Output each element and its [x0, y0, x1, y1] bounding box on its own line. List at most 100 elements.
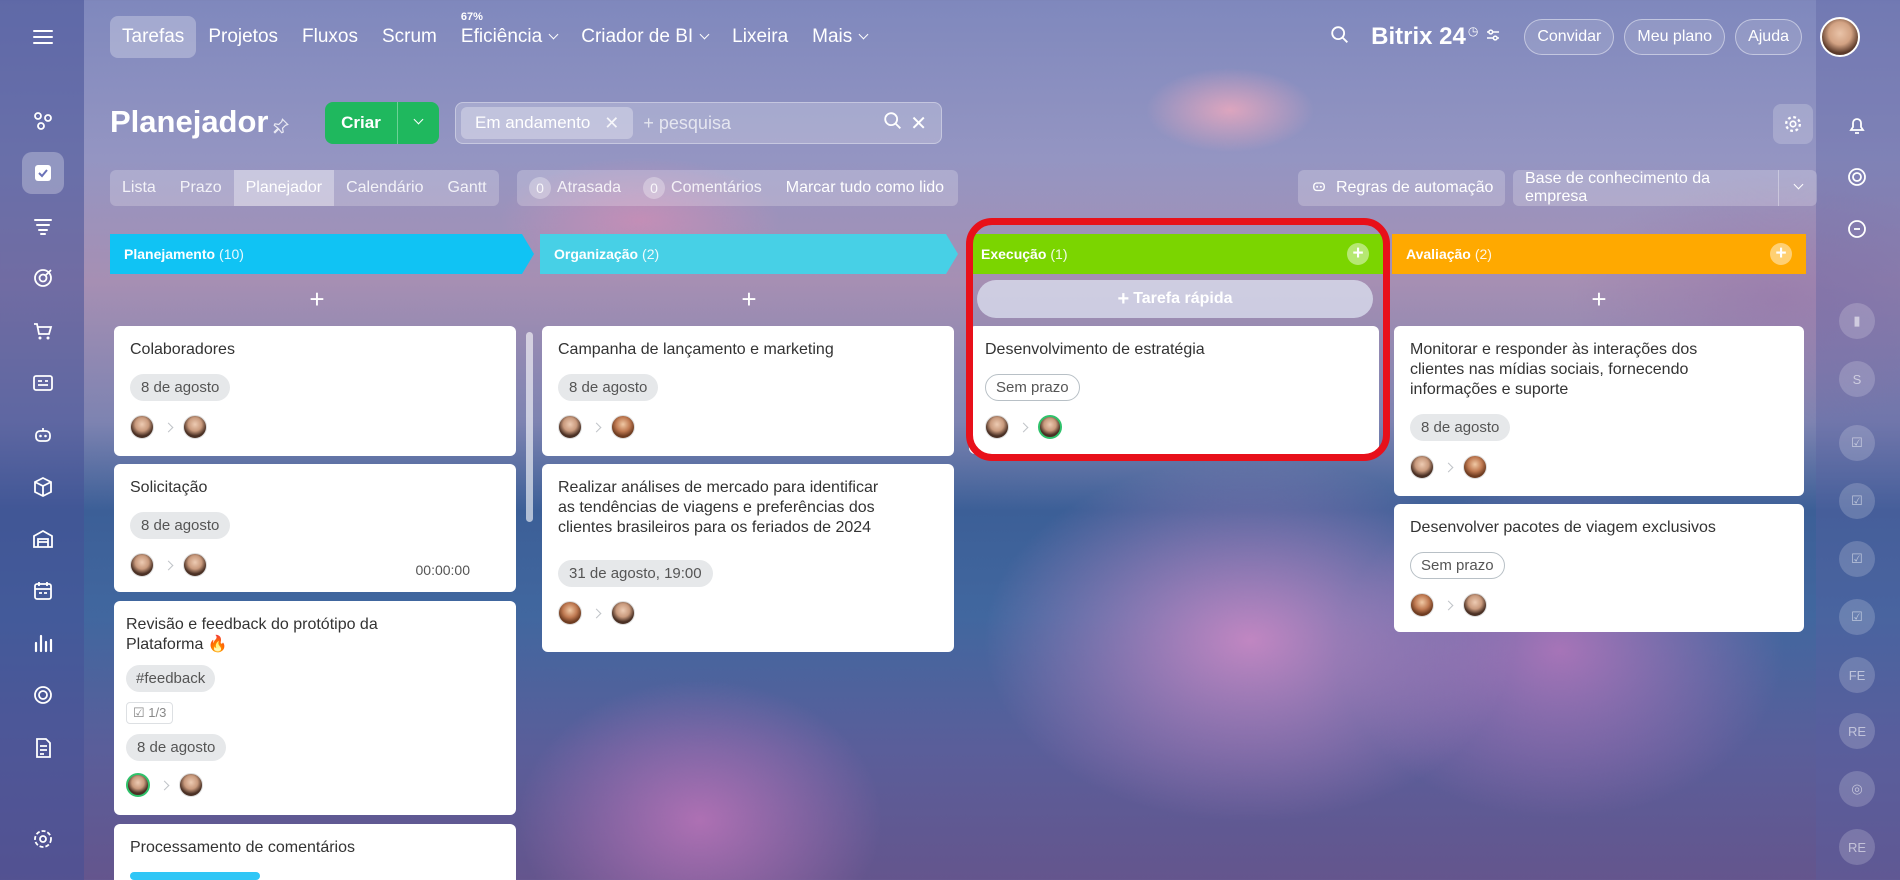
- assignee-avatar[interactable]: [183, 415, 207, 439]
- nav-projects[interactable]: Projetos: [196, 16, 290, 58]
- automation-rules-button[interactable]: Regras de automação: [1298, 170, 1506, 206]
- chat-icon[interactable]: [1836, 208, 1878, 250]
- filter-chip[interactable]: Em andamento ✕: [461, 107, 634, 139]
- column-header[interactable]: Organização (2): [540, 234, 958, 274]
- kb-dropdown[interactable]: [1779, 179, 1817, 192]
- bookmark-icon[interactable]: ▮: [1836, 300, 1878, 342]
- task-tag[interactable]: #feedback: [126, 665, 216, 692]
- nav-scrum[interactable]: Scrum: [370, 16, 449, 58]
- creator-avatar[interactable]: [558, 415, 582, 439]
- assignee-avatar[interactable]: [179, 773, 203, 797]
- add-task-button[interactable]: +: [540, 274, 958, 324]
- help-button[interactable]: Ajuda: [1735, 19, 1802, 55]
- creator-avatar[interactable]: [1410, 593, 1434, 617]
- recent-task-icon[interactable]: ☑: [1836, 538, 1878, 580]
- creator-avatar[interactable]: [558, 601, 582, 625]
- column-scrollbar[interactable]: [526, 332, 533, 522]
- chart-icon[interactable]: [22, 622, 64, 664]
- recent-chat-re[interactable]: RE: [1836, 710, 1878, 752]
- invite-button[interactable]: Convidar: [1524, 19, 1615, 55]
- nav-efficiency[interactable]: 67% Eficiência: [449, 12, 569, 58]
- box-icon[interactable]: [22, 466, 64, 508]
- tab-list[interactable]: Lista: [110, 170, 168, 206]
- nav-bi-builder[interactable]: Criador de BI: [569, 16, 720, 58]
- target-icon[interactable]: [22, 257, 64, 299]
- task-title[interactable]: Colaboradores: [130, 340, 500, 360]
- bitrix-logo[interactable]: Bitrix 24: [1371, 23, 1466, 51]
- task-card[interactable]: Revisão e feedback do protótipo da Plata…: [114, 601, 516, 815]
- task-card[interactable]: Solicitação 8 de agosto 00:00:00: [114, 464, 516, 592]
- search-input[interactable]: + pesquisa: [643, 113, 882, 134]
- task-title[interactable]: Solicitação: [130, 478, 500, 498]
- search-filter-box[interactable]: Em andamento ✕ + pesquisa ✕: [455, 102, 942, 144]
- task-title[interactable]: Desenvolver pacotes de viagem exclusivos: [1410, 518, 1788, 538]
- warehouse-icon[interactable]: [22, 518, 64, 560]
- recent-chat-re[interactable]: RE: [1836, 826, 1878, 868]
- deadline-badge[interactable]: 8 de agosto: [126, 734, 227, 761]
- deadline-badge[interactable]: Sem prazo: [1410, 552, 1505, 579]
- creator-avatar[interactable]: [130, 415, 154, 439]
- assignee-avatar[interactable]: [183, 553, 207, 577]
- settings-icon[interactable]: [22, 818, 64, 860]
- circle-icon[interactable]: [22, 674, 64, 716]
- task-card[interactable]: Desenvolver pacotes de viagem exclusivos…: [1394, 504, 1804, 632]
- deadline-badge[interactable]: 8 de agosto: [1410, 414, 1511, 441]
- recent-task-icon[interactable]: ☑: [1836, 422, 1878, 464]
- knowledge-base-button[interactable]: Base de conhecimento da empresa: [1513, 170, 1817, 206]
- task-title[interactable]: Realizar análises de mercado para identi…: [558, 478, 898, 538]
- projects-icon[interactable]: [22, 100, 64, 142]
- create-dropdown[interactable]: [398, 114, 439, 127]
- column-header[interactable]: Planejamento (10): [110, 234, 534, 274]
- creator-avatar[interactable]: [1410, 455, 1434, 479]
- task-title[interactable]: Processamento de comentários: [130, 838, 500, 858]
- create-button[interactable]: Criar: [325, 102, 439, 144]
- recent-chat-s[interactable]: S: [1836, 358, 1878, 400]
- news-icon[interactable]: [22, 362, 64, 404]
- column-header[interactable]: Avaliação (2) +: [1392, 234, 1806, 274]
- tasks-icon[interactable]: [22, 152, 64, 194]
- task-title[interactable]: Revisão e feedback do protótipo da Plata…: [126, 615, 426, 655]
- creator-avatar[interactable]: [130, 553, 154, 577]
- filter-icon[interactable]: [22, 205, 64, 247]
- tab-planner[interactable]: Planejador: [233, 170, 335, 206]
- task-card[interactable]: Realizar análises de mercado para identi…: [542, 464, 954, 652]
- close-icon[interactable]: ✕: [604, 113, 619, 134]
- recent-task-icon[interactable]: ☑: [1836, 596, 1878, 638]
- assignee-avatar[interactable]: [1463, 593, 1487, 617]
- pin-icon[interactable]: [272, 117, 290, 140]
- task-title[interactable]: Monitorar e responder às interações dos …: [1410, 340, 1730, 400]
- tab-deadline[interactable]: Prazo: [168, 170, 234, 206]
- cart-icon[interactable]: [22, 310, 64, 352]
- task-title[interactable]: Campanha de lançamento e marketing: [558, 340, 938, 360]
- assignee-avatar[interactable]: [1463, 455, 1487, 479]
- bell-icon[interactable]: [1836, 104, 1878, 146]
- recent-task-icon[interactable]: ☑: [1836, 480, 1878, 522]
- nav-more[interactable]: Mais: [800, 16, 879, 58]
- activity-icon[interactable]: [1836, 156, 1878, 198]
- nav-flows[interactable]: Fluxos: [290, 16, 370, 58]
- nav-trash[interactable]: Lixeira: [720, 16, 800, 58]
- search-icon[interactable]: [1329, 24, 1351, 51]
- robot-icon[interactable]: [22, 414, 64, 456]
- tab-calendar[interactable]: Calendário: [334, 170, 435, 206]
- calendar-icon[interactable]: [22, 570, 64, 612]
- menu-icon[interactable]: [22, 16, 64, 58]
- comments-label[interactable]: Comentários: [671, 179, 762, 197]
- add-task-button[interactable]: +: [110, 274, 524, 324]
- recent-chat-icon[interactable]: ◎: [1836, 768, 1878, 810]
- deadline-badge[interactable]: 8 de agosto: [558, 374, 659, 401]
- nav-tasks[interactable]: Tarefas: [110, 16, 197, 58]
- clear-icon[interactable]: ✕: [910, 111, 927, 136]
- task-card[interactable]: Campanha de lançamento e marketing 8 de …: [542, 326, 954, 456]
- assignee-avatar[interactable]: [611, 601, 635, 625]
- mark-all-read-link[interactable]: Marcar tudo como lido: [786, 179, 944, 197]
- my-plan-button[interactable]: Meu plano: [1624, 19, 1726, 55]
- checklist-badge[interactable]: ☑ 1/3: [126, 702, 174, 724]
- deadline-badge[interactable]: 8 de agosto: [130, 374, 231, 401]
- document-icon[interactable]: [22, 727, 64, 769]
- creator-avatar[interactable]: [126, 773, 150, 797]
- overdue-label[interactable]: Atrasada: [557, 179, 621, 197]
- search-icon[interactable]: [882, 110, 904, 137]
- add-task-button[interactable]: +: [1392, 274, 1806, 324]
- task-card[interactable]: Colaboradores 8 de agosto: [114, 326, 516, 456]
